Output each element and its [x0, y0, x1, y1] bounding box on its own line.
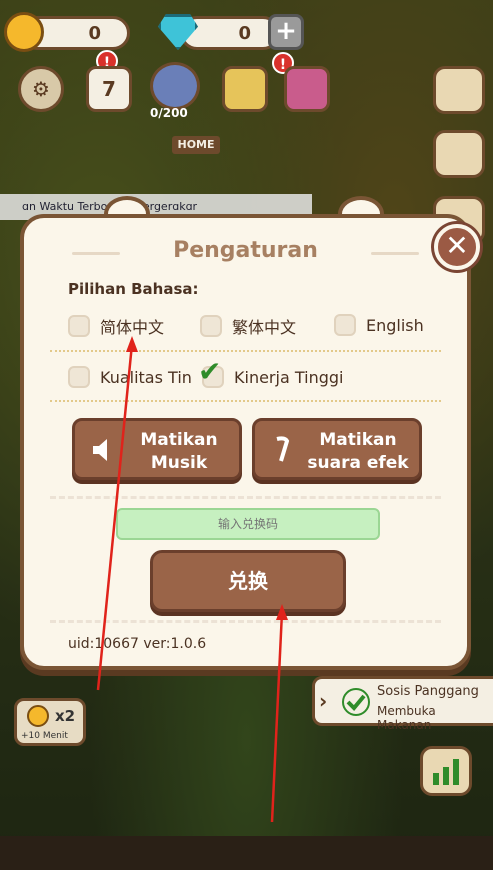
arrow-to-redeem-button [270, 611, 284, 823]
arrow-to-language-option [96, 343, 134, 691]
arrowhead-icon [276, 604, 288, 620]
annotation-arrows [96, 336, 288, 823]
arrowhead-icon [126, 336, 138, 352]
